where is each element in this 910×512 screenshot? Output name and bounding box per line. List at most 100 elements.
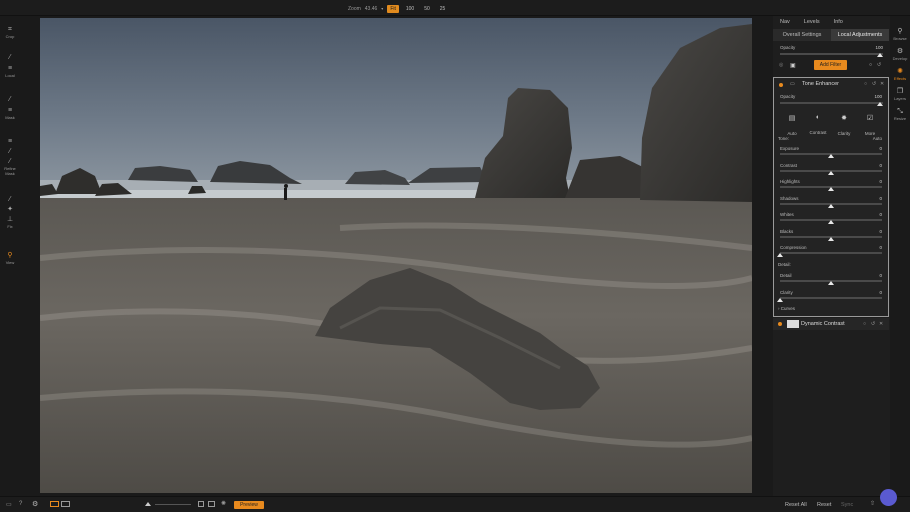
- zoom-25-button[interactable]: 25: [437, 5, 449, 13]
- panel-toggle-icon[interactable]: ▭: [6, 501, 12, 508]
- brush-size-slider[interactable]: [155, 504, 191, 505]
- add-filter-button[interactable]: Add Filter: [814, 60, 847, 70]
- filter-reset-icon[interactable]: ↺: [871, 321, 875, 327]
- preview-button[interactable]: Preview: [234, 501, 264, 509]
- close-icon[interactable]: ✕: [879, 321, 883, 327]
- tone-section-label: Tone:: [778, 136, 790, 141]
- reset-button[interactable]: Reset: [817, 502, 831, 508]
- slider-label: Whites: [780, 212, 794, 217]
- tab-levels[interactable]: Levels: [797, 16, 827, 28]
- dynamic-contrast-panel[interactable]: Dynamic Contrast ○ ↺ ✕: [773, 318, 889, 330]
- slider-label: Exposure: [780, 146, 800, 151]
- slider-thumb[interactable]: [777, 297, 783, 302]
- module-develop[interactable]: ⚙ Develop: [890, 48, 910, 61]
- slider-thumb[interactable]: [828, 236, 834, 241]
- curves-toggle[interactable]: › Curves: [778, 306, 795, 311]
- layer-options-icon[interactable]: ○: [869, 62, 872, 68]
- chevron-right-icon: ›: [778, 306, 780, 311]
- close-icon[interactable]: ✕: [880, 81, 884, 87]
- mask-view-icon[interactable]: [208, 501, 215, 507]
- tool-refine-mask[interactable]: ≡ ⁄ ⁄ Refine Mask: [0, 138, 20, 176]
- zoom-value[interactable]: 43.46: [365, 6, 378, 12]
- export-icon[interactable]: ⇧: [870, 500, 875, 507]
- slider-value[interactable]: 0: [879, 196, 882, 201]
- sync-button[interactable]: Sync: [841, 502, 853, 508]
- slider-value[interactable]: 0: [879, 229, 882, 234]
- filter-opacity-slider[interactable]: [780, 102, 883, 104]
- tool-local[interactable]: ⁄ ≡ Local: [0, 54, 20, 78]
- filter-opacity-thumb[interactable]: [877, 102, 883, 106]
- reset-all-button[interactable]: Reset All: [785, 502, 807, 508]
- effects-icon: ✺: [897, 68, 903, 75]
- layer-opacity-thumb[interactable]: [877, 53, 883, 57]
- slider-value[interactable]: 0: [879, 290, 882, 295]
- tool-fix[interactable]: ⁄ ✦ ⊥ Fix: [0, 196, 20, 229]
- slider-label: Clarity: [780, 289, 793, 295]
- tool-view[interactable]: ⚲ View: [0, 252, 20, 265]
- slider-track[interactable]: [780, 296, 882, 299]
- filter-options-icon[interactable]: ○: [863, 321, 866, 327]
- slider-value[interactable]: 0: [879, 146, 882, 151]
- photo-canvas[interactable]: [40, 18, 752, 493]
- brush-size-thumb[interactable]: [145, 502, 151, 506]
- slider-value[interactable]: 0: [879, 212, 882, 217]
- zoom-dropdown-icon[interactable]: ▾: [381, 6, 383, 11]
- tab-nav[interactable]: Nav: [773, 16, 797, 28]
- slider-value[interactable]: 0: [879, 245, 882, 250]
- filter-reset-icon[interactable]: ↺: [872, 81, 876, 87]
- tab-local-adjustments[interactable]: Local Adjustments: [831, 29, 889, 41]
- filter-options-icon[interactable]: ○: [864, 81, 867, 87]
- refine-brush-icon: ≡: [7, 138, 13, 145]
- module-layers[interactable]: ❐ Layers: [890, 88, 910, 101]
- tone-auto-button[interactable]: Auto: [873, 136, 882, 141]
- tone-enhancer-title[interactable]: Tone Enhancer: [802, 81, 839, 87]
- mask-overlay-icon[interactable]: [198, 501, 204, 507]
- layer-reset-icon[interactable]: ↺: [877, 62, 881, 68]
- module-browse[interactable]: ⚲ Browse: [890, 28, 910, 41]
- filter-opacity-value[interactable]: 100: [874, 94, 882, 99]
- slider-thumb[interactable]: [828, 187, 834, 191]
- mode-contrast-button[interactable]: ◐ Contrast: [808, 114, 828, 139]
- slider-thumb[interactable]: [828, 281, 834, 285]
- tool-crop[interactable]: ⌗ Crop: [0, 26, 20, 39]
- help-icon[interactable]: ?: [19, 501, 22, 507]
- clarity-icon: ✸: [841, 115, 847, 122]
- filter-mask-thumbnail[interactable]: [787, 320, 799, 328]
- slider-thumb[interactable]: [828, 154, 834, 158]
- panel-tabs-top: Nav Levels Info: [773, 16, 890, 28]
- module-resize[interactable]: ⤡ Resize: [890, 108, 910, 121]
- zoom-fit-button[interactable]: Fit: [387, 4, 399, 13]
- layer-opacity-slider[interactable]: [780, 53, 883, 55]
- crop-icon: ⌗: [8, 26, 12, 33]
- filter-enabled-dot[interactable]: [778, 322, 782, 326]
- slider-thumb[interactable]: [777, 253, 783, 257]
- heal-icon: ✦: [7, 206, 13, 213]
- compare-view-icon[interactable]: [61, 501, 70, 507]
- filter-mask-icon[interactable]: ▭: [790, 81, 795, 87]
- single-view-icon[interactable]: [50, 501, 59, 507]
- slider-thumb[interactable]: [828, 220, 834, 224]
- layer-visibility-icon[interactable]: ◎: [779, 62, 783, 68]
- slider-value[interactable]: 0: [879, 163, 882, 168]
- module-effects[interactable]: ✺ Effects: [890, 68, 910, 81]
- tab-info[interactable]: Info: [827, 16, 850, 28]
- mask-brush-icon: ⁄: [9, 96, 11, 103]
- slider-thumb[interactable]: [828, 203, 834, 208]
- tool-mask[interactable]: ⁄ ≡ Mask: [0, 96, 20, 120]
- gear-icon[interactable]: ⚙: [32, 500, 38, 508]
- zoom-controls: Zoom 43.46 ▾ Fit 100 50 25: [348, 3, 448, 14]
- layer-mask-icon[interactable]: ▣: [790, 62, 796, 69]
- slider-value[interactable]: 0: [879, 179, 882, 184]
- slider-track[interactable]: [780, 252, 882, 254]
- mode-clarity-button[interactable]: ✸ Clarity: [834, 114, 854, 140]
- dynamic-contrast-title[interactable]: Dynamic Contrast: [801, 321, 845, 327]
- chat-assistant-icon[interactable]: [880, 489, 897, 506]
- zoom-100-button[interactable]: 100: [403, 5, 417, 13]
- slider-thumb[interactable]: [828, 170, 834, 175]
- layer-opacity-value[interactable]: 100: [875, 45, 883, 50]
- tab-overall-settings[interactable]: Overall Settings: [773, 29, 831, 41]
- sun-icon[interactable]: ✺: [221, 500, 226, 507]
- filter-enabled-dot[interactable]: [779, 83, 783, 87]
- zoom-50-button[interactable]: 50: [421, 5, 433, 13]
- slider-value[interactable]: 0: [879, 273, 882, 278]
